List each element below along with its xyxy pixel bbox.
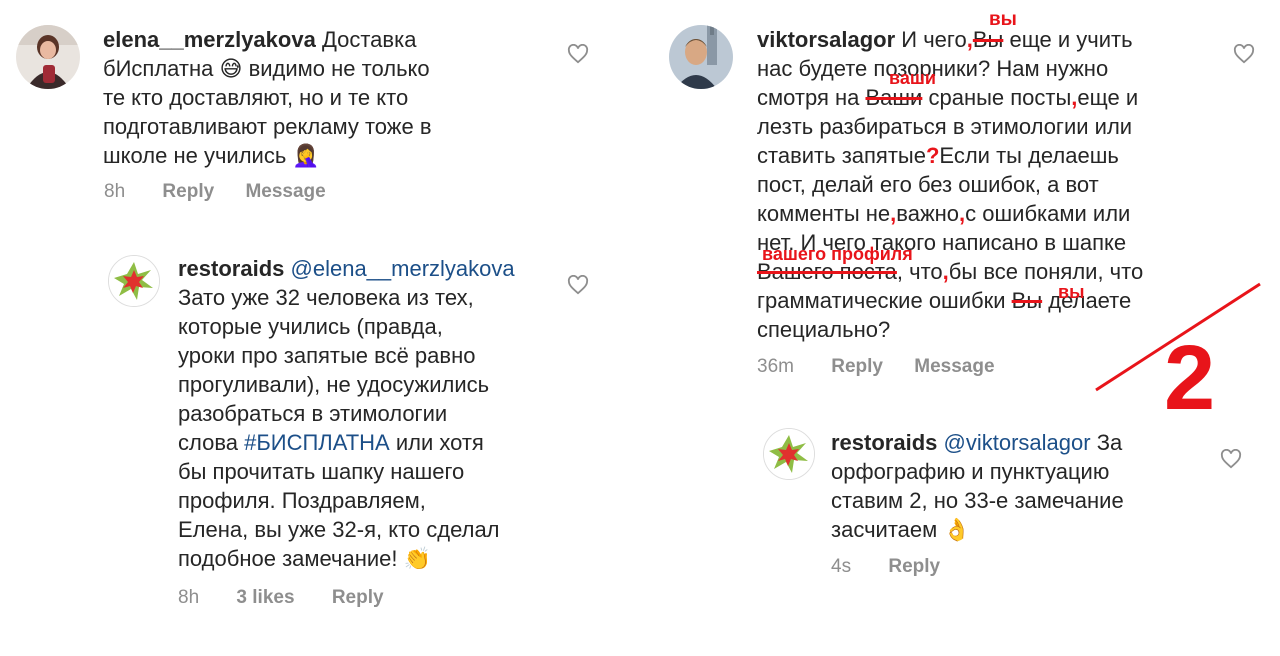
correction-vashi: ваши — [889, 68, 936, 88]
reply-text: которые учились (правда, — [178, 314, 443, 339]
reply-button[interactable]: Reply — [332, 587, 384, 608]
correction-question: ? — [925, 143, 940, 168]
reply-text: Елена, вы уже 32-я, кто сделал — [178, 517, 500, 542]
comment-text: еще и учить — [1009, 27, 1133, 52]
comment-time: 8h — [104, 181, 126, 202]
reply-text: прогуливали), не удосужились — [178, 372, 490, 397]
comment-text: видимо не только — [248, 56, 430, 81]
mention-link[interactable]: @viktorsalagor — [944, 430, 1091, 455]
reply-restoraids-1: restoraids @elena__merzlyakova Зато уже … — [178, 254, 578, 573]
comment-text: пост, делай его без ошибок, а вот — [757, 172, 1099, 197]
comment-text: с ошибками или — [965, 201, 1131, 226]
reply-text: уроки про запятые всё равно — [178, 343, 476, 368]
like-heart-icon[interactable] — [567, 44, 589, 64]
reply-time: 4s — [831, 556, 852, 577]
reply-button[interactable]: Reply — [162, 181, 214, 202]
struck-word: Вы — [1011, 288, 1043, 313]
comment-text: школе не учились — [103, 143, 287, 168]
comment-elena: elena__merzlyakova Доставка бИсплатна 😅 … — [103, 25, 523, 170]
message-button[interactable]: Message — [245, 181, 325, 202]
reply-text: засчитаем — [831, 517, 938, 542]
reply-meta: 4s Reply — [831, 556, 940, 578]
reply-text: подобное замечание! — [178, 546, 398, 571]
emoji-ok-hand: 👌 — [943, 517, 971, 542]
left-screenshot: elena__merzlyakova Доставка бИсплатна 😅 … — [0, 0, 640, 656]
reply-text: слова — [178, 430, 238, 455]
grade-two: 2 — [1164, 327, 1216, 429]
avatar-restoraids[interactable] — [763, 428, 815, 480]
mention-link[interactable]: @elena__merzlyakova — [291, 256, 515, 281]
like-heart-icon[interactable] — [1233, 44, 1255, 64]
comment-text: лезть разбираться в этимологии или — [757, 114, 1133, 139]
comment-text: Если ты делаешь — [939, 143, 1119, 168]
like-heart-icon[interactable] — [1220, 449, 1242, 469]
reply-text: разобраться в этимологии — [178, 401, 448, 426]
avatar-viktor[interactable] — [669, 25, 733, 89]
comment-text: комменты не — [757, 201, 891, 226]
reply-time: 8h — [178, 587, 200, 608]
reply-text: орфографию и пунктуацию — [831, 459, 1110, 484]
hashtag-link[interactable]: #БИСПЛАТНА — [244, 430, 390, 455]
comment-meta: 8h Reply Message — [104, 181, 326, 203]
right-screenshot: viktorsalagor И чего,Вы еще и учить нас … — [640, 0, 1280, 656]
message-button[interactable]: Message — [914, 356, 994, 377]
reply-button[interactable]: Reply — [831, 356, 883, 377]
reply-meta: 8h 3 likes Reply — [178, 587, 384, 609]
avatar-restoraids[interactable] — [108, 255, 160, 307]
comment-time: 36m — [757, 356, 794, 377]
correction-vy-2: вы — [1058, 282, 1085, 302]
comment-text: еще и — [1077, 85, 1139, 110]
comment-text: нас будете позорники? Нам нужно — [757, 56, 1109, 81]
comment-text: Доставка — [321, 27, 417, 52]
comment-text: бИсплатна — [103, 56, 214, 81]
reply-text: бы прочитать шапку нашего — [178, 459, 465, 484]
avatar-elena[interactable] — [16, 25, 80, 89]
comment-meta: 36m Reply Message — [757, 356, 995, 378]
comment-text: те кто доставляют, но и те кто — [103, 85, 409, 110]
comment-text: ставить запятые — [757, 143, 926, 168]
reply-text: За — [1096, 430, 1123, 455]
comment-text: И чего — [901, 27, 967, 52]
comment-text: подготавливают рекламу тоже в — [103, 114, 432, 139]
comment-username[interactable]: elena__merzlyakova — [103, 27, 316, 52]
reply-restoraids-2: restoraids @viktorsalagor За орфографию … — [831, 428, 1231, 544]
reply-button[interactable]: Reply — [888, 556, 940, 577]
like-heart-icon[interactable] — [567, 275, 589, 295]
emoji-sweat-smile: 😅 — [219, 56, 243, 81]
reply-username[interactable]: restoraids — [831, 430, 937, 455]
comment-text: сраные посты — [928, 85, 1072, 110]
correction-vy-1: вы — [989, 9, 1017, 30]
comment-text: важно — [896, 201, 960, 226]
comment-text: грамматические ошибки — [757, 288, 1006, 313]
comment-username[interactable]: viktorsalagor — [757, 27, 895, 52]
correction-vashego-profilya: вашего профиля — [762, 244, 913, 264]
emoji-facepalm: 🤦‍♀️ — [292, 143, 320, 168]
comment-text: смотря на — [757, 85, 860, 110]
reply-text: ставим 2, но 33-е замечание — [831, 488, 1124, 513]
reply-username[interactable]: restoraids — [178, 256, 284, 281]
reply-text: Зато уже 32 человека из тех, — [178, 285, 474, 310]
reply-text: профиля. Поздравляем, — [178, 488, 426, 513]
likes-count[interactable]: 3 likes — [236, 587, 294, 608]
reply-text: или хотя — [395, 430, 484, 455]
emoji-clap: 👏 — [403, 546, 432, 571]
